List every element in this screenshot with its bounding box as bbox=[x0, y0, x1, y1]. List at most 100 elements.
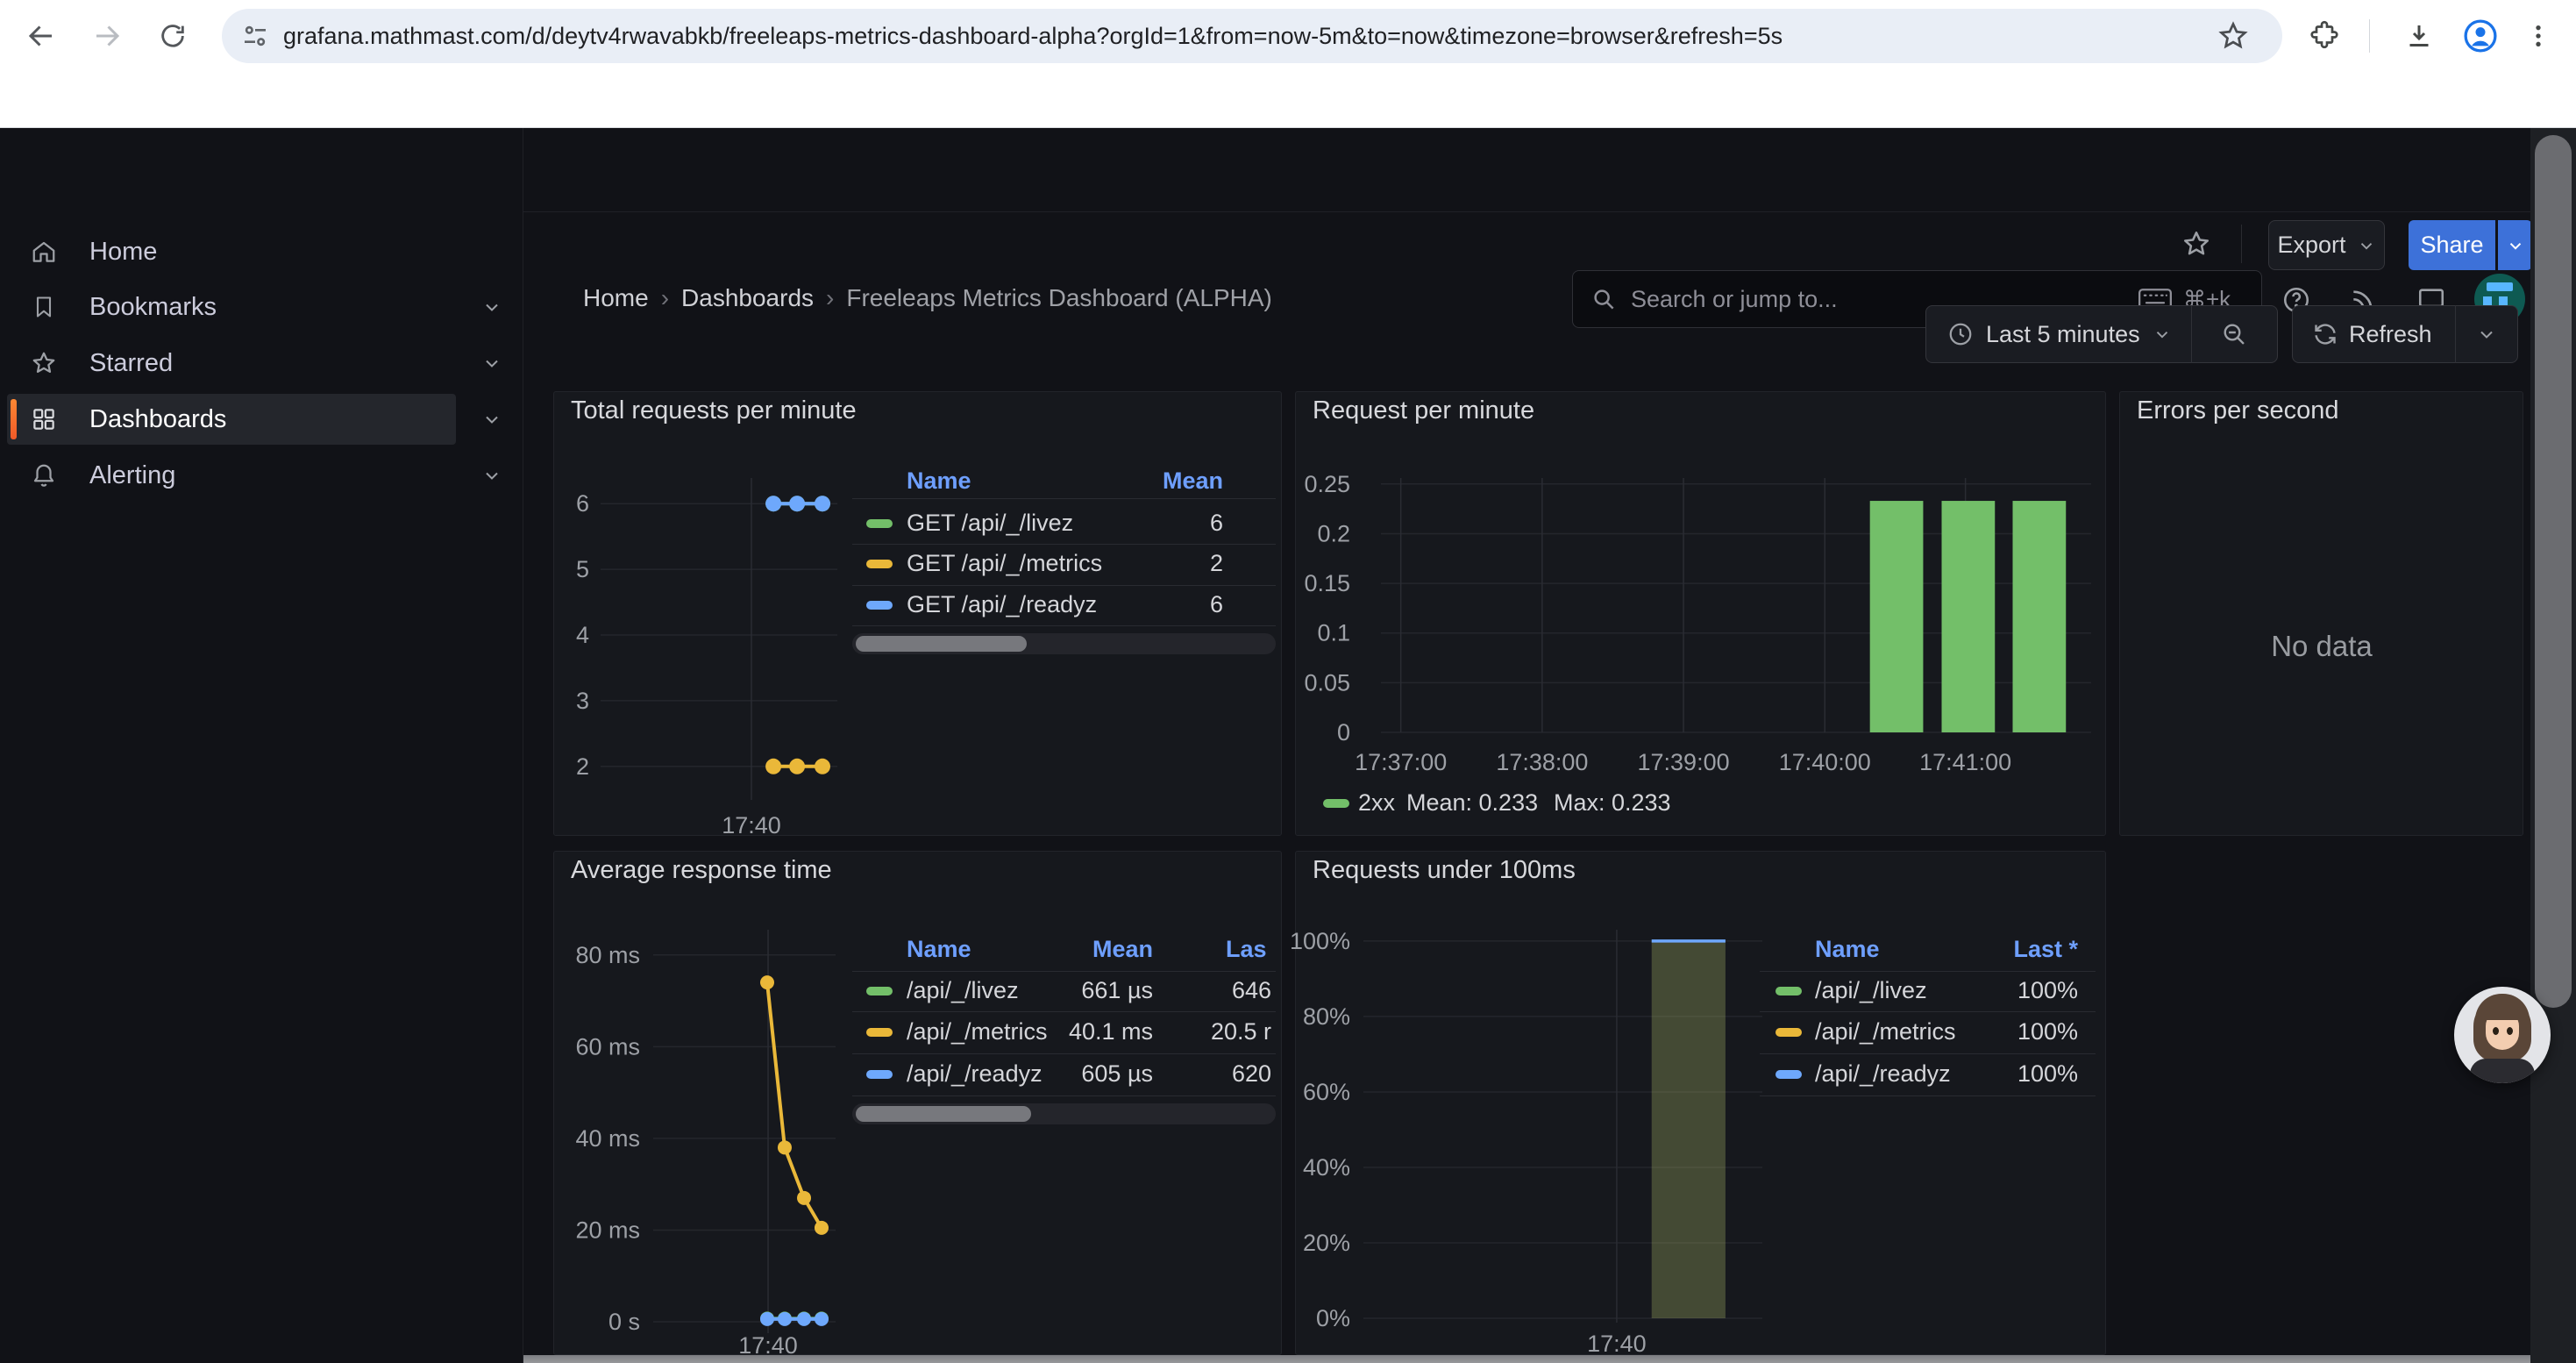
legend-last: 100% bbox=[2017, 1018, 2078, 1045]
back-icon[interactable] bbox=[21, 16, 61, 56]
panel-requests-under-100ms[interactable] bbox=[1295, 851, 2106, 1355]
horizontal-scrollbar[interactable] bbox=[523, 1355, 2530, 1363]
site-settings-icon[interactable] bbox=[241, 22, 269, 50]
forward-icon[interactable] bbox=[87, 16, 127, 56]
series-chip bbox=[1323, 799, 1349, 808]
legend-scrollbar[interactable] bbox=[852, 1103, 1276, 1124]
no-data-message: No data bbox=[2119, 630, 2524, 663]
bookmark-star-icon[interactable] bbox=[2213, 16, 2253, 56]
reload-icon[interactable] bbox=[153, 16, 193, 56]
sidebar-item-alerting[interactable]: Alerting bbox=[0, 450, 523, 501]
legend-name[interactable]: /api/_/readyz bbox=[907, 1060, 1042, 1088]
sidebar: Home Bookmarks Starred Dash bbox=[0, 128, 523, 1363]
legend-header-name[interactable]: Name bbox=[1815, 936, 1880, 963]
legend-scrollbar-thumb[interactable] bbox=[856, 1106, 1031, 1122]
legend-name[interactable]: 2xx bbox=[1358, 789, 1395, 817]
url-input[interactable] bbox=[281, 22, 2210, 51]
legend-separator bbox=[852, 585, 1276, 586]
legend-scrollbar-thumb[interactable] bbox=[856, 636, 1027, 652]
panel-errors-per-second[interactable] bbox=[2119, 391, 2523, 836]
legend-separator bbox=[852, 544, 1276, 545]
share-menu-button[interactable] bbox=[2498, 220, 2532, 270]
chevron-down-icon[interactable] bbox=[480, 464, 503, 487]
legend-name[interactable]: /api/_/metrics bbox=[1815, 1018, 1956, 1045]
sidebar-item-bookmarks[interactable]: Bookmarks bbox=[0, 282, 523, 332]
chevron-down-icon bbox=[2506, 236, 2525, 255]
extensions-icon[interactable] bbox=[2304, 16, 2345, 56]
series-chip bbox=[866, 1070, 893, 1079]
panel-title[interactable]: Errors per second bbox=[2137, 396, 2339, 425]
panel-title[interactable]: Total requests per minute bbox=[571, 396, 857, 425]
legend-scrollbar[interactable] bbox=[852, 633, 1276, 654]
refresh-interval-chevron-icon[interactable] bbox=[2476, 324, 2497, 345]
time-range-label[interactable]: Last 5 minutes bbox=[1986, 321, 2140, 348]
export-button[interactable]: Export bbox=[2268, 220, 2385, 270]
legend-name[interactable]: /api/_/livez bbox=[907, 977, 1019, 1004]
legend-header-name[interactable]: Name bbox=[907, 467, 971, 495]
time-range-group: Last 5 minutes bbox=[1925, 305, 2278, 363]
legend-mean: 6 bbox=[1210, 591, 1223, 618]
panel-request-per-minute[interactable] bbox=[1295, 391, 2106, 836]
sidebar-item-starred[interactable]: Starred bbox=[0, 338, 523, 389]
legend-mean: 6 bbox=[1210, 510, 1223, 537]
home-icon bbox=[30, 238, 58, 266]
chevron-down-icon[interactable] bbox=[480, 408, 503, 431]
legend-name[interactable]: GET /api/_/livez bbox=[907, 510, 1073, 537]
breadcrumb-separator: › bbox=[814, 284, 846, 312]
legend-max: Max: 0.233 bbox=[1554, 789, 1671, 817]
share-label: Share bbox=[2420, 232, 2483, 259]
legend-mean: Mean: 0.233 bbox=[1406, 789, 1538, 817]
legend-separator bbox=[1760, 1095, 2096, 1096]
panel-title[interactable]: Request per minute bbox=[1313, 396, 1534, 425]
refresh-label[interactable]: Refresh bbox=[2349, 321, 2432, 348]
group-divider bbox=[2191, 305, 2192, 363]
sidebar-item-label: Bookmarks bbox=[89, 293, 217, 322]
page-scrollbar-track[interactable] bbox=[2530, 128, 2576, 1363]
legend-name[interactable]: GET /api/_/readyz bbox=[907, 591, 1097, 618]
screen: Freeleaps 收藏博客 Grafana Home bbox=[0, 0, 2576, 1363]
series-chip bbox=[866, 601, 893, 610]
breadcrumb-home[interactable]: Home bbox=[583, 284, 649, 312]
page-scrollbar-thumb[interactable] bbox=[2535, 135, 2572, 1008]
legend-name[interactable]: /api/_/metrics bbox=[907, 1018, 1048, 1045]
legend-header-last[interactable]: Las bbox=[1226, 936, 1267, 963]
assistant-avatar[interactable] bbox=[2454, 987, 2551, 1083]
legend-last: 20.5 r bbox=[1211, 1018, 1271, 1045]
series-chip bbox=[866, 987, 893, 995]
bookmarks-bar: Freeleaps 收藏博客 bbox=[0, 73, 2576, 128]
breadcrumb-dashboards[interactable]: Dashboards bbox=[681, 284, 814, 312]
legend-separator bbox=[852, 971, 1276, 972]
legend-last: 620 bbox=[1232, 1060, 1271, 1088]
chevron-down-icon bbox=[2357, 236, 2376, 255]
zoom-out-icon[interactable] bbox=[2220, 320, 2248, 348]
legend-header-mean[interactable]: Mean bbox=[1163, 467, 1223, 495]
sidebar-item-dashboards[interactable]: Dashboards bbox=[0, 394, 523, 445]
breadcrumb-current: Freeleaps Metrics Dashboard (ALPHA) bbox=[846, 284, 1272, 312]
legend-mean: 661 µs bbox=[1081, 977, 1153, 1004]
series-chip bbox=[1775, 1070, 1802, 1079]
browser-toolbar bbox=[0, 0, 2576, 73]
chevron-down-icon[interactable] bbox=[480, 352, 503, 375]
chevron-down-icon[interactable] bbox=[480, 296, 503, 318]
legend-header-name[interactable]: Name bbox=[907, 936, 971, 963]
panel-title[interactable]: Requests under 100ms bbox=[1313, 856, 1576, 885]
legend-header-mean[interactable]: Mean bbox=[1092, 936, 1153, 963]
avatar-eye bbox=[2493, 1027, 2499, 1035]
favorite-star-icon[interactable] bbox=[2179, 226, 2214, 261]
download-icon[interactable] bbox=[2399, 16, 2439, 56]
legend-header-last[interactable]: Last * bbox=[2013, 936, 2078, 963]
panel-title[interactable]: Average response time bbox=[571, 856, 832, 885]
bookmark-icon bbox=[30, 293, 58, 321]
group-divider bbox=[2455, 305, 2456, 363]
profile-avatar-icon[interactable] bbox=[2459, 14, 2502, 58]
url-bar[interactable] bbox=[222, 9, 2282, 63]
sidebar-item-home[interactable]: Home bbox=[0, 226, 523, 277]
browser-menu-icon[interactable] bbox=[2518, 16, 2558, 56]
legend-name[interactable]: /api/_/livez bbox=[1815, 977, 1927, 1004]
share-button[interactable]: Share bbox=[2409, 220, 2495, 270]
legend-mean: 2 bbox=[1210, 550, 1223, 577]
breadcrumb-separator: › bbox=[649, 284, 681, 312]
legend-name[interactable]: /api/_/readyz bbox=[1815, 1060, 1951, 1088]
legend-separator bbox=[1760, 971, 2096, 972]
legend-name[interactable]: GET /api/_/metrics bbox=[907, 550, 1102, 577]
